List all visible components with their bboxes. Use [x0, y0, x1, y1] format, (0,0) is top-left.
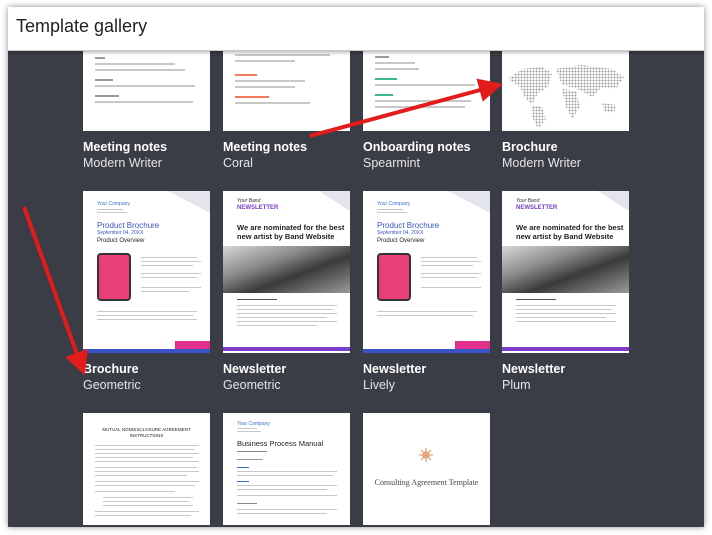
template-style: Modern Writer — [83, 156, 162, 170]
template-gallery-frame: Template gallery Meeting notes Modern Wr… — [8, 7, 704, 527]
template-name: Brochure — [502, 140, 558, 154]
template-thumbnail[interactable]: Consulting Agreement Template — [363, 413, 490, 525]
template-name: Newsletter — [502, 362, 566, 376]
page-title: Template gallery — [16, 16, 148, 36]
template-thumbnail[interactable]: Your Band NEWSLETTER We are nominated fo… — [502, 191, 629, 353]
template-style: Spearmint — [363, 156, 420, 170]
guitar-image — [223, 246, 350, 293]
gallery-header: Template gallery — [8, 7, 704, 51]
template-style: Lively — [363, 378, 395, 392]
template-style: Geometric — [223, 378, 281, 392]
phone-image — [97, 253, 131, 301]
template-thumbnail[interactable]: Your Band NEWSLETTER We are nominated fo… — [223, 191, 350, 353]
template-style: Modern Writer — [502, 156, 581, 170]
template-style: Coral — [223, 156, 253, 170]
template-thumbnail[interactable]: MUTUAL NONDISCLOSURE AGREEMENT INSTRUCTI… — [83, 413, 210, 525]
guitar-image — [502, 246, 629, 293]
template-name: Meeting notes — [83, 140, 168, 154]
template-style: Plum — [502, 378, 531, 392]
template-thumbnail[interactable]: Your Company Product Brochure September … — [83, 191, 210, 353]
template-name: Newsletter — [223, 362, 287, 376]
template-name: Meeting notes — [223, 140, 308, 154]
phone-image — [377, 253, 411, 301]
template-style: Geometric — [83, 378, 141, 392]
template-thumbnail[interactable]: Your Company Product Brochure September … — [363, 191, 490, 353]
template-thumbnail[interactable]: Your Company Business Process Manual — [223, 413, 350, 525]
template-name: Brochure — [83, 362, 139, 376]
template-name: Newsletter — [363, 362, 427, 376]
template-name: Onboarding notes — [363, 140, 471, 154]
